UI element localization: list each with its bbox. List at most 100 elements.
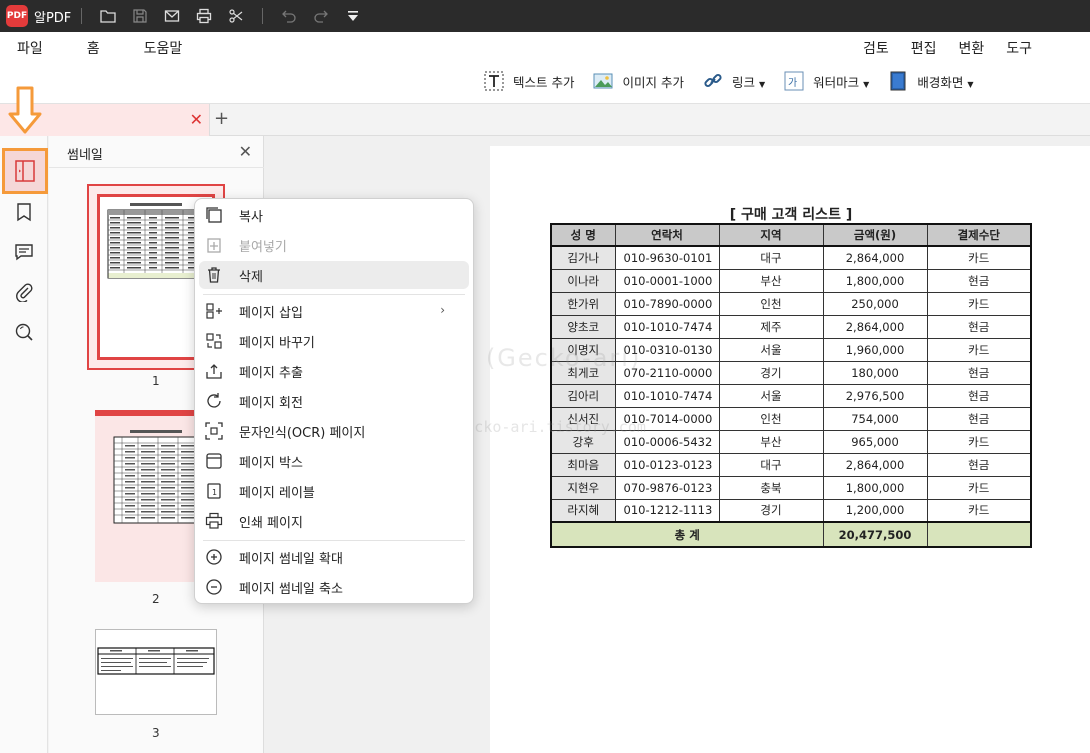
menu-tools[interactable]: 도구 — [1006, 38, 1032, 58]
menu-edit[interactable]: 편집 — [909, 38, 938, 65]
menu-item-paste[interactable]: 붙여넣기 — [199, 231, 469, 259]
table-row: 라지혜 010-1212-1113 경기 1,200,000 카드 — [550, 498, 1032, 523]
ocr-icon — [203, 420, 225, 442]
menu-convert[interactable]: 변환 — [958, 38, 984, 58]
text-box-icon — [483, 70, 505, 92]
table-cell: 충북 — [718, 475, 824, 500]
folder-icon — [100, 10, 116, 23]
bookmark-button[interactable] — [12, 200, 36, 224]
cut-button[interactable] — [220, 0, 252, 32]
column-header: 지역 — [718, 223, 824, 247]
svg-text:1: 1 — [212, 488, 217, 497]
open-folder-button[interactable] — [92, 0, 124, 32]
table-cell: 서울 — [718, 383, 824, 408]
print-icon — [197, 8, 212, 24]
add-image-button[interactable]: 이미지 추가 — [592, 70, 684, 92]
table-cell: 010-1010-7474 — [614, 314, 720, 339]
link-button[interactable]: 링크 ▼ — [702, 70, 765, 92]
menu-item-enlarge-thumbnail[interactable]: 페이지 썸네일 확대 — [199, 543, 469, 571]
page-thumbnail-3[interactable] — [95, 629, 217, 715]
page-number-1: 1 — [152, 374, 160, 388]
menu-home[interactable]: 홈 — [87, 38, 100, 58]
title-bar: PDF 알PDF — [0, 0, 1090, 32]
zoom-out-icon — [203, 576, 225, 598]
table-cell — [926, 521, 1032, 548]
menu-item-page-label[interactable]: 1 페이지 레이블 — [199, 477, 469, 505]
thumbnail-panel-button[interactable] — [2, 148, 48, 194]
table-cell: 김가나 — [550, 245, 616, 270]
menu-bar: 파일 홈 도움말 검토 편집 변환 도구 — [0, 32, 1090, 65]
attachment-button[interactable] — [12, 280, 36, 304]
scissors-icon — [229, 9, 243, 23]
table-cell: 이나라 — [550, 268, 616, 293]
menu-item-delete[interactable]: 삭제 — [199, 261, 469, 289]
background-button[interactable]: 배경화면 ▼ — [887, 70, 973, 92]
new-tab-button[interactable]: + — [214, 108, 229, 129]
undo-button[interactable] — [273, 0, 305, 32]
table-cell: 965,000 — [822, 429, 928, 454]
column-header: 성 명 — [550, 223, 616, 247]
search-icon — [15, 323, 33, 341]
menu-separator — [203, 294, 465, 295]
print-button[interactable] — [188, 0, 220, 32]
menu-item-print-page[interactable]: 인쇄 페이지 — [199, 507, 469, 535]
add-text-button[interactable]: 텍스트 추가 — [483, 70, 574, 92]
table-cell: 지현우 — [550, 475, 616, 500]
table-cell: 010-9630-0101 — [614, 245, 720, 270]
menu-item-copy[interactable]: 복사 — [199, 201, 469, 229]
table-cell: 1,800,000 — [822, 475, 928, 500]
chevron-right-icon: › — [440, 303, 445, 317]
insert-page-icon — [203, 300, 225, 322]
menu-file[interactable]: 파일 — [17, 38, 43, 58]
table-cell: 양초코 — [550, 314, 616, 339]
menu-item-page-box[interactable]: 페이지 박스 — [199, 447, 469, 475]
trash-icon — [203, 264, 225, 286]
table-cell: 카드 — [926, 498, 1032, 523]
save-button[interactable] — [124, 0, 156, 32]
menu-item-extract-page[interactable]: 페이지 추출 — [199, 357, 469, 385]
menu-item-insert-page[interactable]: 페이지 삽입 › — [199, 297, 469, 325]
table-cell: 경기 — [718, 360, 824, 385]
comment-icon — [15, 244, 33, 261]
comment-button[interactable] — [12, 240, 36, 264]
link-icon — [702, 70, 724, 92]
document-title: [ 구매 고객 리스트 ] — [729, 207, 853, 223]
page-number-2: 2 — [152, 592, 160, 606]
page-label-icon: 1 — [203, 480, 225, 502]
email-button[interactable] — [156, 0, 188, 32]
table-cell: 070-9876-0123 — [614, 475, 720, 500]
search-button[interactable] — [12, 320, 36, 344]
menu-item-replace-page[interactable]: 페이지 바꾸기 — [199, 327, 469, 355]
table-cell: 1,800,000 — [822, 268, 928, 293]
menu-item-shrink-thumbnail[interactable]: 페이지 썸네일 축소 — [199, 573, 469, 601]
close-tab-icon[interactable]: ✕ — [190, 110, 203, 129]
table-row: 지현우 070-9876-0123 충북 1,800,000 카드 — [550, 475, 1032, 500]
close-panel-icon[interactable]: ✕ — [239, 142, 252, 161]
thumbnail-panel-title: 썸네일 — [67, 148, 103, 163]
menu-item-rotate-page[interactable]: 페이지 회전 — [199, 387, 469, 415]
table-row: 최마음 010-0123-0123 대구 2,864,000 현금 — [550, 452, 1032, 477]
table-cell: 010-7890-0000 — [614, 291, 720, 316]
rotate-icon — [203, 390, 225, 412]
page-number-3: 3 — [152, 726, 160, 740]
paperclip-icon — [16, 283, 33, 302]
table-cell: 카드 — [926, 337, 1032, 362]
quick-access-dropdown[interactable] — [337, 0, 369, 32]
redo-button[interactable] — [305, 0, 337, 32]
watermark-button[interactable]: 가 워터마크 ▼ — [783, 70, 869, 92]
table-row: 김가나 010-9630-0101 대구 2,864,000 카드 — [550, 245, 1032, 270]
table-cell: 부산 — [718, 429, 824, 454]
thumbnail-preview — [97, 647, 215, 675]
thumbnail-panel-icon — [15, 160, 35, 182]
menu-separator — [203, 540, 465, 541]
page-box-icon — [203, 450, 225, 472]
menu-review[interactable]: 검토 — [863, 38, 889, 58]
table-cell: 현금 — [926, 314, 1032, 339]
ribbon: 텍스트 추가 이미지 추가 링크 ▼ 가 워터마크 ▼ 배경화면 ▼ — [0, 62, 1090, 104]
table-cell: 김아리 — [550, 383, 616, 408]
svg-text:가: 가 — [788, 77, 797, 89]
table-cell: 최마음 — [550, 452, 616, 477]
menu-help[interactable]: 도움말 — [144, 38, 183, 58]
menu-item-ocr-page[interactable]: 문자인식(OCR) 페이지 — [199, 417, 469, 445]
mail-icon — [165, 10, 180, 22]
